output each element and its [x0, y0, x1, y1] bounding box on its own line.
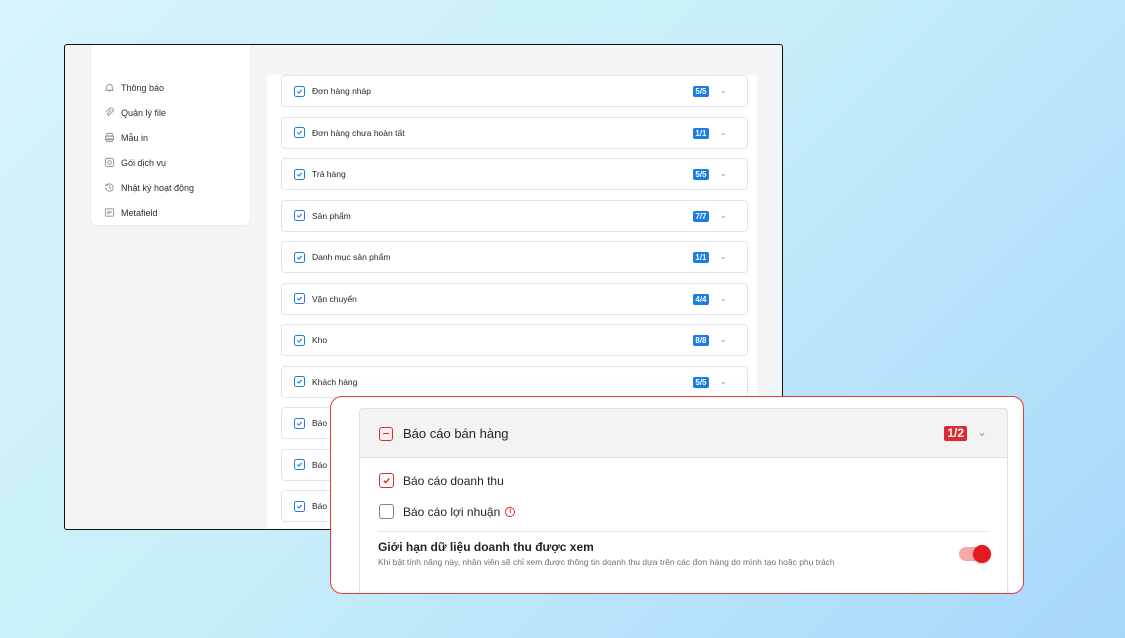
permission-label: Đơn hàng chưa hoàn tất: [312, 127, 405, 138]
sidebar-item-label: Mẫu in: [121, 132, 149, 143]
permission-row-returns[interactable]: Trả hàng 5/5 ⌄: [281, 158, 748, 190]
permission-row-warehouse[interactable]: Kho 8/8 ⌄: [281, 324, 748, 356]
checkbox-checked[interactable]: [294, 334, 305, 346]
sidebar-item-service-plans[interactable]: Gói dịch vụ: [91, 150, 250, 175]
permission-label: Trả hàng: [312, 169, 346, 179]
permission-row-customers[interactable]: Khách hàng 5/5 ⌄: [281, 365, 748, 398]
list-icon: [104, 207, 115, 218]
limit-data-description: Khi bật tính năng này, nhân viên sẽ chỉ …: [378, 557, 835, 567]
permission-count-badge: 5/5: [692, 376, 709, 388]
checkbox-checked[interactable]: [294, 210, 305, 221]
permission-row-products[interactable]: Sản phẩm 7/7 ⌄: [281, 199, 748, 232]
paperclip-icon: [104, 107, 115, 118]
permission-label: Vận chuyển: [312, 293, 357, 304]
permission-row-shipping[interactable]: Vận chuyển 4/4 ⌄: [281, 282, 748, 315]
permission-count-badge: 1/1: [692, 252, 709, 263]
chevron-down-icon[interactable]: ⌄: [719, 251, 727, 262]
limit-data-title: Giới hạn dữ liệu doanh thu được xem: [378, 540, 594, 554]
permission-label: Khách hàng: [312, 376, 358, 387]
checkbox-checked[interactable]: [294, 417, 305, 429]
permission-row-incomplete-orders[interactable]: Đơn hàng chưa hoàn tất 1/1 ⌄: [281, 116, 748, 149]
checkbox-indeterminate[interactable]: [379, 427, 393, 441]
permission-row-draft-orders[interactable]: Đơn hàng nháp 5/5 ⌄: [281, 75, 748, 107]
chevron-down-icon[interactable]: ⌄: [719, 127, 727, 138]
permission-label: Báo: [312, 501, 328, 511]
checkbox-checked[interactable]: [294, 127, 305, 138]
sidebar-item-label: Thông báo: [121, 82, 165, 93]
chevron-down-icon[interactable]: ⌄: [719, 168, 727, 179]
sales-report-header[interactable]: Báo cáo bán hàng 1/2 ⌄: [359, 408, 1008, 458]
option-profit-report[interactable]: Báo cáo lợi nhuận i: [379, 504, 516, 519]
bell-icon: [104, 82, 115, 93]
checkbox-checked[interactable]: [294, 500, 305, 512]
permission-count-badge: 8/8: [692, 335, 709, 346]
sidebar-item-label: Quản lý file: [121, 107, 167, 118]
package-icon: [104, 157, 115, 168]
sidebar-item-label: Gói dịch vụ: [121, 157, 167, 168]
divider: [378, 531, 989, 532]
permission-count-badge: 4/4: [692, 293, 709, 305]
chevron-down-icon[interactable]: ⌄: [719, 334, 727, 345]
permission-row-product-categories[interactable]: Danh mục sản phẩm 1/1 ⌄: [281, 241, 748, 273]
checkbox-checked[interactable]: [379, 473, 394, 488]
chevron-down-icon[interactable]: ⌄: [719, 293, 727, 304]
sidebar-item-label: Metafield: [121, 207, 158, 218]
sidebar-item-file-manager[interactable]: Quản lý file: [91, 100, 250, 125]
history-icon: [104, 182, 115, 193]
info-icon[interactable]: i: [505, 506, 516, 517]
settings-sidebar: Thông báo Quản lý file Mẫu in Gói dịch v…: [91, 45, 250, 225]
printer-icon: [104, 132, 115, 143]
permission-label: Báo: [312, 459, 328, 470]
permission-label: Sản phẩm: [312, 210, 351, 221]
sales-report-title: Báo cáo bán hàng: [403, 426, 509, 441]
checkbox-checked[interactable]: [294, 168, 305, 180]
sidebar-item-print-templates[interactable]: Mẫu in: [91, 125, 250, 150]
chevron-down-icon[interactable]: ⌄: [719, 376, 727, 387]
sales-report-options: Báo cáo doanh thu Báo cáo lợi nhuận i Gi…: [359, 458, 1008, 593]
checkbox-checked[interactable]: [294, 459, 305, 470]
permission-count-badge: 7/7: [692, 210, 709, 222]
checkbox-checked[interactable]: [294, 293, 305, 304]
checkbox-checked[interactable]: [294, 85, 305, 97]
toggle-knob: [973, 545, 991, 563]
permission-count-badge: 1/1: [692, 127, 709, 139]
permission-label: Báo: [312, 418, 328, 428]
chevron-down-icon[interactable]: ⌄: [719, 85, 727, 96]
permission-count-badge: 5/5: [692, 86, 709, 97]
permission-label: Đơn hàng nháp: [312, 86, 371, 96]
sales-report-permission-panel: Báo cáo bán hàng 1/2 ⌄ Báo cáo doanh thu…: [330, 396, 1024, 594]
permission-count-badge: 1/2: [944, 426, 967, 441]
chevron-down-icon[interactable]: ⌄: [719, 210, 727, 221]
option-label: Báo cáo lợi nhuận: [403, 504, 501, 519]
permission-label: Danh mục sản phẩm: [312, 252, 391, 262]
chevron-down-icon[interactable]: ⌄: [977, 425, 987, 439]
checkbox-checked[interactable]: [294, 376, 305, 387]
limit-data-toggle[interactable]: [959, 545, 991, 563]
permission-count-badge: 5/5: [692, 169, 709, 180]
checkbox-unchecked[interactable]: [379, 504, 394, 519]
checkbox-checked[interactable]: [294, 251, 305, 263]
permission-label: Kho: [312, 335, 328, 345]
option-label: Báo cáo doanh thu: [403, 473, 504, 488]
sidebar-item-label: Nhật ký hoạt động: [121, 182, 195, 193]
option-revenue-report[interactable]: Báo cáo doanh thu: [379, 473, 504, 488]
sidebar-item-metafield[interactable]: Metafield: [91, 200, 250, 225]
sidebar-item-notifications[interactable]: Thông báo: [91, 75, 250, 100]
sidebar-item-activity-log[interactable]: Nhật ký hoạt động: [91, 175, 250, 200]
